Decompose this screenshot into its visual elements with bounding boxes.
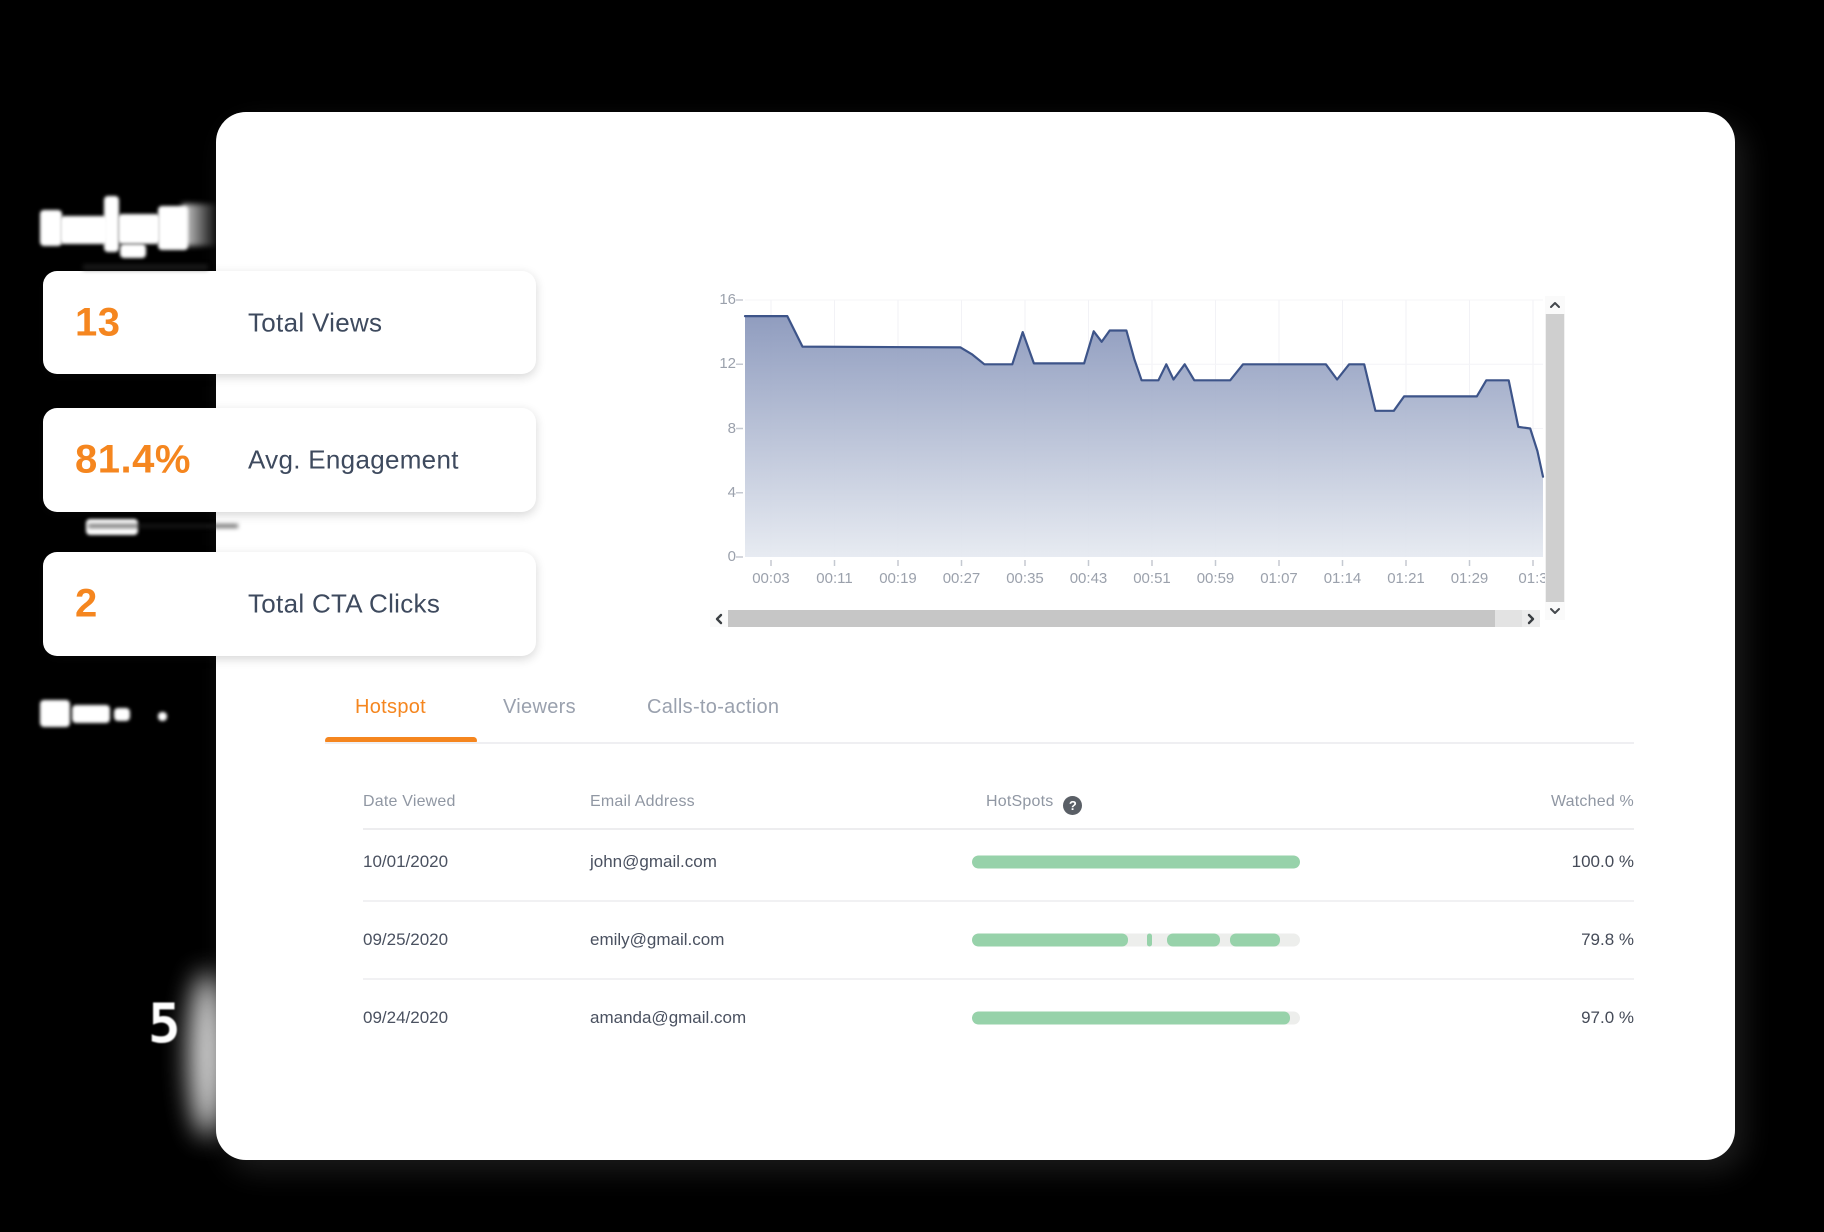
row-divider — [363, 978, 1634, 980]
chevron-right-icon — [1527, 613, 1535, 624]
scroll-right-button[interactable] — [1522, 610, 1540, 627]
total-views-value: 13 — [75, 300, 121, 344]
y-tick-label: 8 — [727, 419, 736, 437]
total-cta-clicks-value: 2 — [75, 581, 98, 626]
blur-smudge — [83, 264, 208, 270]
cell-email-address: amanda@gmail.com — [590, 1008, 747, 1027]
cell-date-viewed: 09/25/2020 — [363, 930, 449, 949]
hotspot-progress-bar — [972, 855, 1300, 869]
engagement-area-chart — [736, 299, 1545, 566]
x-tick-label: 00:59 — [1196, 570, 1235, 587]
watched-segment — [1167, 933, 1220, 947]
x-tick-label: 01:21 — [1387, 570, 1425, 587]
hotspot-progress-bar — [972, 933, 1300, 947]
tab-calls-to-action[interactable]: Calls-to-action — [647, 696, 779, 719]
vertical-scroll-thumb[interactable] — [1546, 314, 1564, 602]
watched-segment — [1230, 933, 1281, 947]
chart-horizontal-scrollbar[interactable] — [710, 610, 1540, 627]
column-header-date-viewed: Date Viewed — [363, 793, 456, 810]
column-header-watched: Watched % — [1550, 793, 1634, 810]
avg-engagement-label: Avg. Engagement — [248, 444, 459, 475]
cell-date-viewed: 09/24/2020 — [363, 1008, 449, 1027]
scroll-down-button[interactable] — [1545, 602, 1565, 620]
x-tick-label: 01:29 — [1450, 570, 1489, 587]
column-header-hotspots: HotSpots? — [986, 793, 1083, 815]
cell-watched-percent: 97.0 % — [1581, 1008, 1634, 1027]
blur-glow-artifact — [189, 972, 225, 1137]
screen: 5 0 4 8 12 16 00:03 00:11 00:19 00:27 00:35 00:43… — [0, 0, 1824, 1232]
x-tick-label: 01:07 — [1260, 570, 1298, 587]
horizontal-scroll-thumb[interactable] — [728, 610, 1495, 627]
total-cta-clicks-label: Total CTA Clicks — [248, 588, 441, 619]
y-tick-label: 16 — [719, 291, 736, 308]
x-tick-label: 00:51 — [1133, 570, 1171, 587]
x-tick-label: 00:03 — [752, 570, 790, 587]
watched-segment — [972, 933, 1128, 947]
stat-card-total-views: 13 Total Views — [43, 271, 536, 374]
cell-date-viewed: 10/01/2020 — [363, 852, 449, 871]
chevron-down-icon — [1550, 608, 1560, 614]
watched-segment — [972, 855, 1300, 869]
x-tick-label: 00:19 — [879, 570, 917, 587]
x-tick-label: 00:43 — [1069, 570, 1108, 587]
chart-vertical-scrollbar[interactable] — [1545, 296, 1565, 620]
scroll-left-button[interactable] — [710, 610, 728, 627]
y-tick-label: 12 — [719, 355, 736, 373]
avg-engagement-value: 81.4% — [75, 437, 191, 482]
table-row[interactable]: 09/24/2020 amanda@gmail.com 97.0 % — [363, 979, 1634, 1057]
chevron-up-icon — [1550, 302, 1560, 308]
x-tick-label: 00:27 — [942, 570, 981, 587]
tab-viewers[interactable]: Viewers — [503, 696, 576, 719]
stat-card-avg-engagement: 81.4% Avg. Engagement — [43, 408, 536, 512]
watched-segment — [972, 1011, 1291, 1025]
help-question-mark-icon[interactable]: ? — [1063, 796, 1083, 815]
total-views-label: Total Views — [248, 307, 383, 337]
x-tick-label: 01:14 — [1323, 570, 1362, 587]
stray-glyph-artifact: 5 — [148, 992, 181, 1055]
x-tick-label: 00:35 — [1006, 570, 1044, 587]
chevron-left-icon — [715, 613, 723, 624]
tab-hotspot[interactable]: Hotspot — [355, 696, 426, 719]
cell-email-address: emily@gmail.com — [590, 930, 725, 949]
hotspot-progress-bar — [972, 1011, 1300, 1025]
tab-divider — [325, 742, 1634, 744]
column-header-email-address: Email Address — [590, 793, 695, 810]
y-tick-label: 4 — [727, 483, 736, 501]
watched-segment — [1147, 933, 1152, 947]
scroll-up-button[interactable] — [1545, 296, 1565, 314]
table-row[interactable]: 09/25/2020 emily@gmail.com 79.8 % — [363, 901, 1634, 979]
cell-email-address: john@gmail.com — [590, 852, 717, 871]
cell-watched-percent: 79.8 % — [1581, 930, 1634, 949]
cell-watched-percent: 100.0 % — [1571, 852, 1634, 871]
table-row[interactable]: 10/01/2020 john@gmail.com 100.0 % — [363, 823, 1634, 901]
stat-card-total-cta-clicks: 2 Total CTA Clicks — [43, 552, 536, 656]
y-tick-label: 0 — [727, 548, 736, 565]
x-tick-label: 00:11 — [816, 570, 853, 587]
row-divider — [363, 900, 1634, 902]
